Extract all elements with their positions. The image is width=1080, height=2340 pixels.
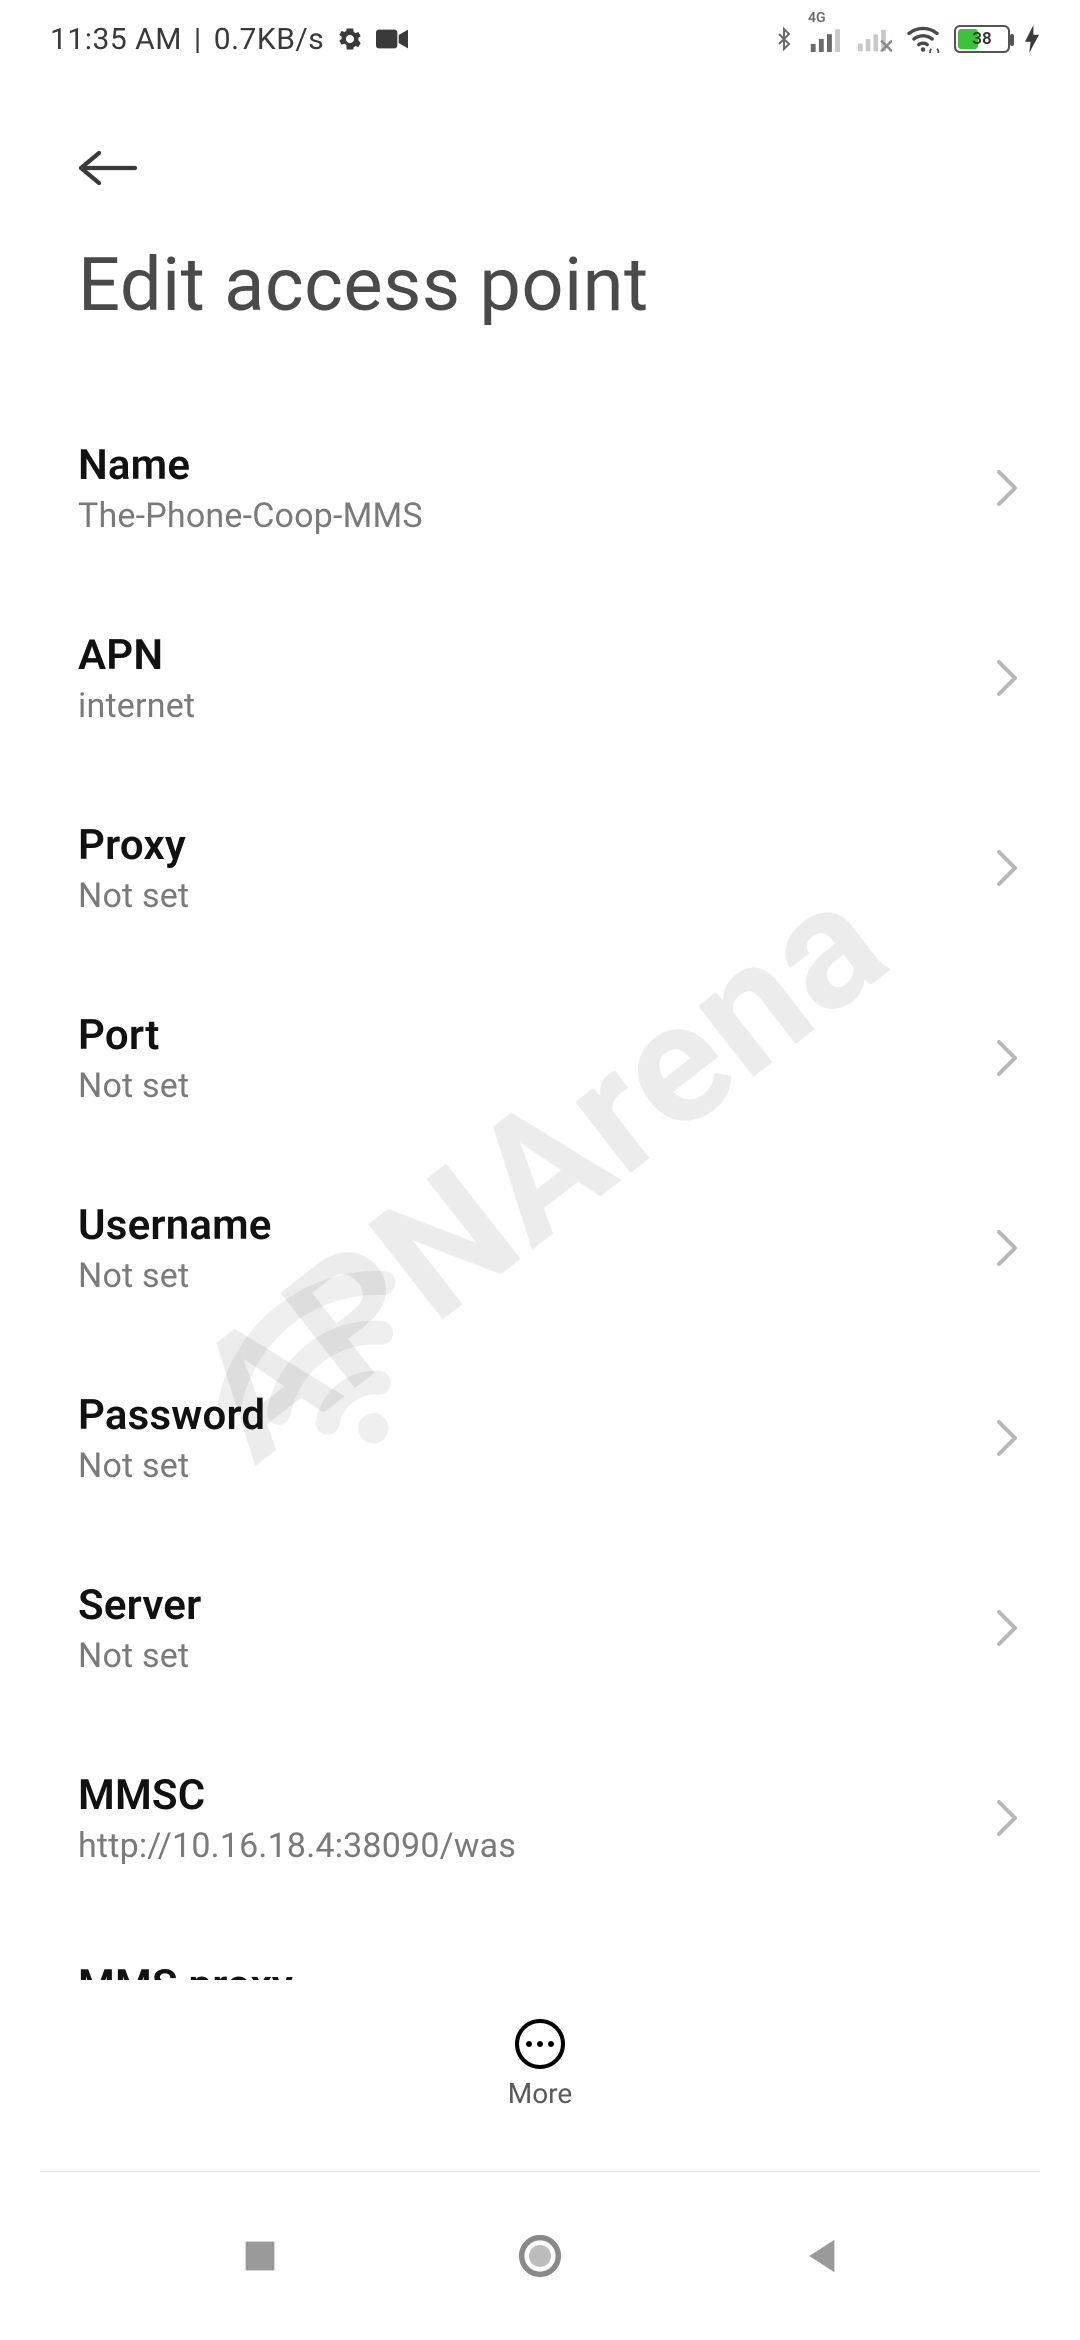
page-title: Edit access point: [78, 242, 649, 329]
status-right: 4G 38: [772, 23, 1040, 55]
row-value: Not set: [78, 1256, 980, 1296]
row-value: The-Phone-Coop-MMS: [78, 496, 980, 536]
back-arrow-icon[interactable]: [78, 146, 138, 190]
row-value: Not set: [78, 1066, 980, 1106]
row-value: internet: [78, 686, 980, 726]
row-username[interactable]: Username Not set: [0, 1160, 1080, 1336]
more-button[interactable]: More: [0, 2019, 1080, 2110]
chevron-right-icon: [994, 1038, 1020, 1078]
status-left: 11:35 AM | 0.7KB/s: [50, 22, 408, 57]
row-label: Password: [78, 1391, 980, 1440]
row-apn[interactable]: APN internet: [0, 590, 1080, 766]
chevron-right-icon: [994, 848, 1020, 888]
nav-recent-button[interactable]: [200, 2216, 320, 2296]
row-label: MMSC: [78, 1771, 980, 1820]
row-label: Port: [78, 1011, 980, 1060]
system-nav-bar: [0, 2172, 1080, 2340]
chevron-right-icon: [994, 1798, 1020, 1838]
camera-icon: [376, 27, 408, 51]
row-mms-proxy[interactable]: MMS proxy 10.16.18.77: [0, 1920, 1080, 1980]
apn-settings-list: Name The-Phone-Coop-MMS APN internet Pro…: [0, 400, 1080, 1980]
status-sep: |: [194, 22, 202, 57]
row-value: http://10.16.18.4:38090/was: [78, 1826, 980, 1866]
row-name[interactable]: Name The-Phone-Coop-MMS: [0, 400, 1080, 576]
signal-sim2-icon: [858, 26, 892, 52]
chevron-right-icon: [994, 1608, 1020, 1648]
row-label: MMS proxy: [78, 1961, 980, 1981]
nav-home-button[interactable]: [480, 2216, 600, 2296]
app-bar: [0, 108, 1080, 228]
row-port[interactable]: Port Not set: [0, 970, 1080, 1146]
row-mmsc[interactable]: MMSC http://10.16.18.4:38090/was: [0, 1730, 1080, 1906]
wifi-icon: [906, 25, 940, 53]
row-value: Not set: [78, 1636, 980, 1676]
signal-sim1-icon: 4G: [810, 26, 844, 52]
row-value: Not set: [78, 876, 980, 916]
gear-icon: [336, 25, 364, 53]
status-bar: 11:35 AM | 0.7KB/s 4G 38: [0, 0, 1080, 78]
charging-bolt-icon: [1024, 25, 1040, 53]
row-proxy[interactable]: Proxy Not set: [0, 780, 1080, 956]
row-label: APN: [78, 631, 980, 680]
status-speed: 0.7KB/s: [214, 22, 325, 57]
row-server[interactable]: Server Not set: [0, 1540, 1080, 1716]
nav-back-button[interactable]: [760, 2216, 880, 2296]
chevron-right-icon: [994, 1418, 1020, 1458]
row-password[interactable]: Password Not set: [0, 1350, 1080, 1526]
status-time: 11:35 AM: [50, 22, 182, 57]
chevron-right-icon: [994, 468, 1020, 508]
circle-icon: [518, 2234, 562, 2278]
bluetooth-icon: [772, 23, 796, 55]
chevron-right-icon: [994, 658, 1020, 698]
row-label: Username: [78, 1201, 980, 1250]
row-label: Server: [78, 1581, 980, 1630]
more-label: More: [508, 2077, 573, 2110]
battery-icon: 38: [954, 25, 1010, 53]
row-label: Proxy: [78, 821, 980, 870]
square-icon: [242, 2238, 278, 2274]
triangle-left-icon: [802, 2236, 838, 2276]
chevron-right-icon: [994, 1228, 1020, 1268]
more-icon: [515, 2019, 565, 2069]
row-label: Name: [78, 441, 980, 490]
row-value: Not set: [78, 1446, 980, 1486]
